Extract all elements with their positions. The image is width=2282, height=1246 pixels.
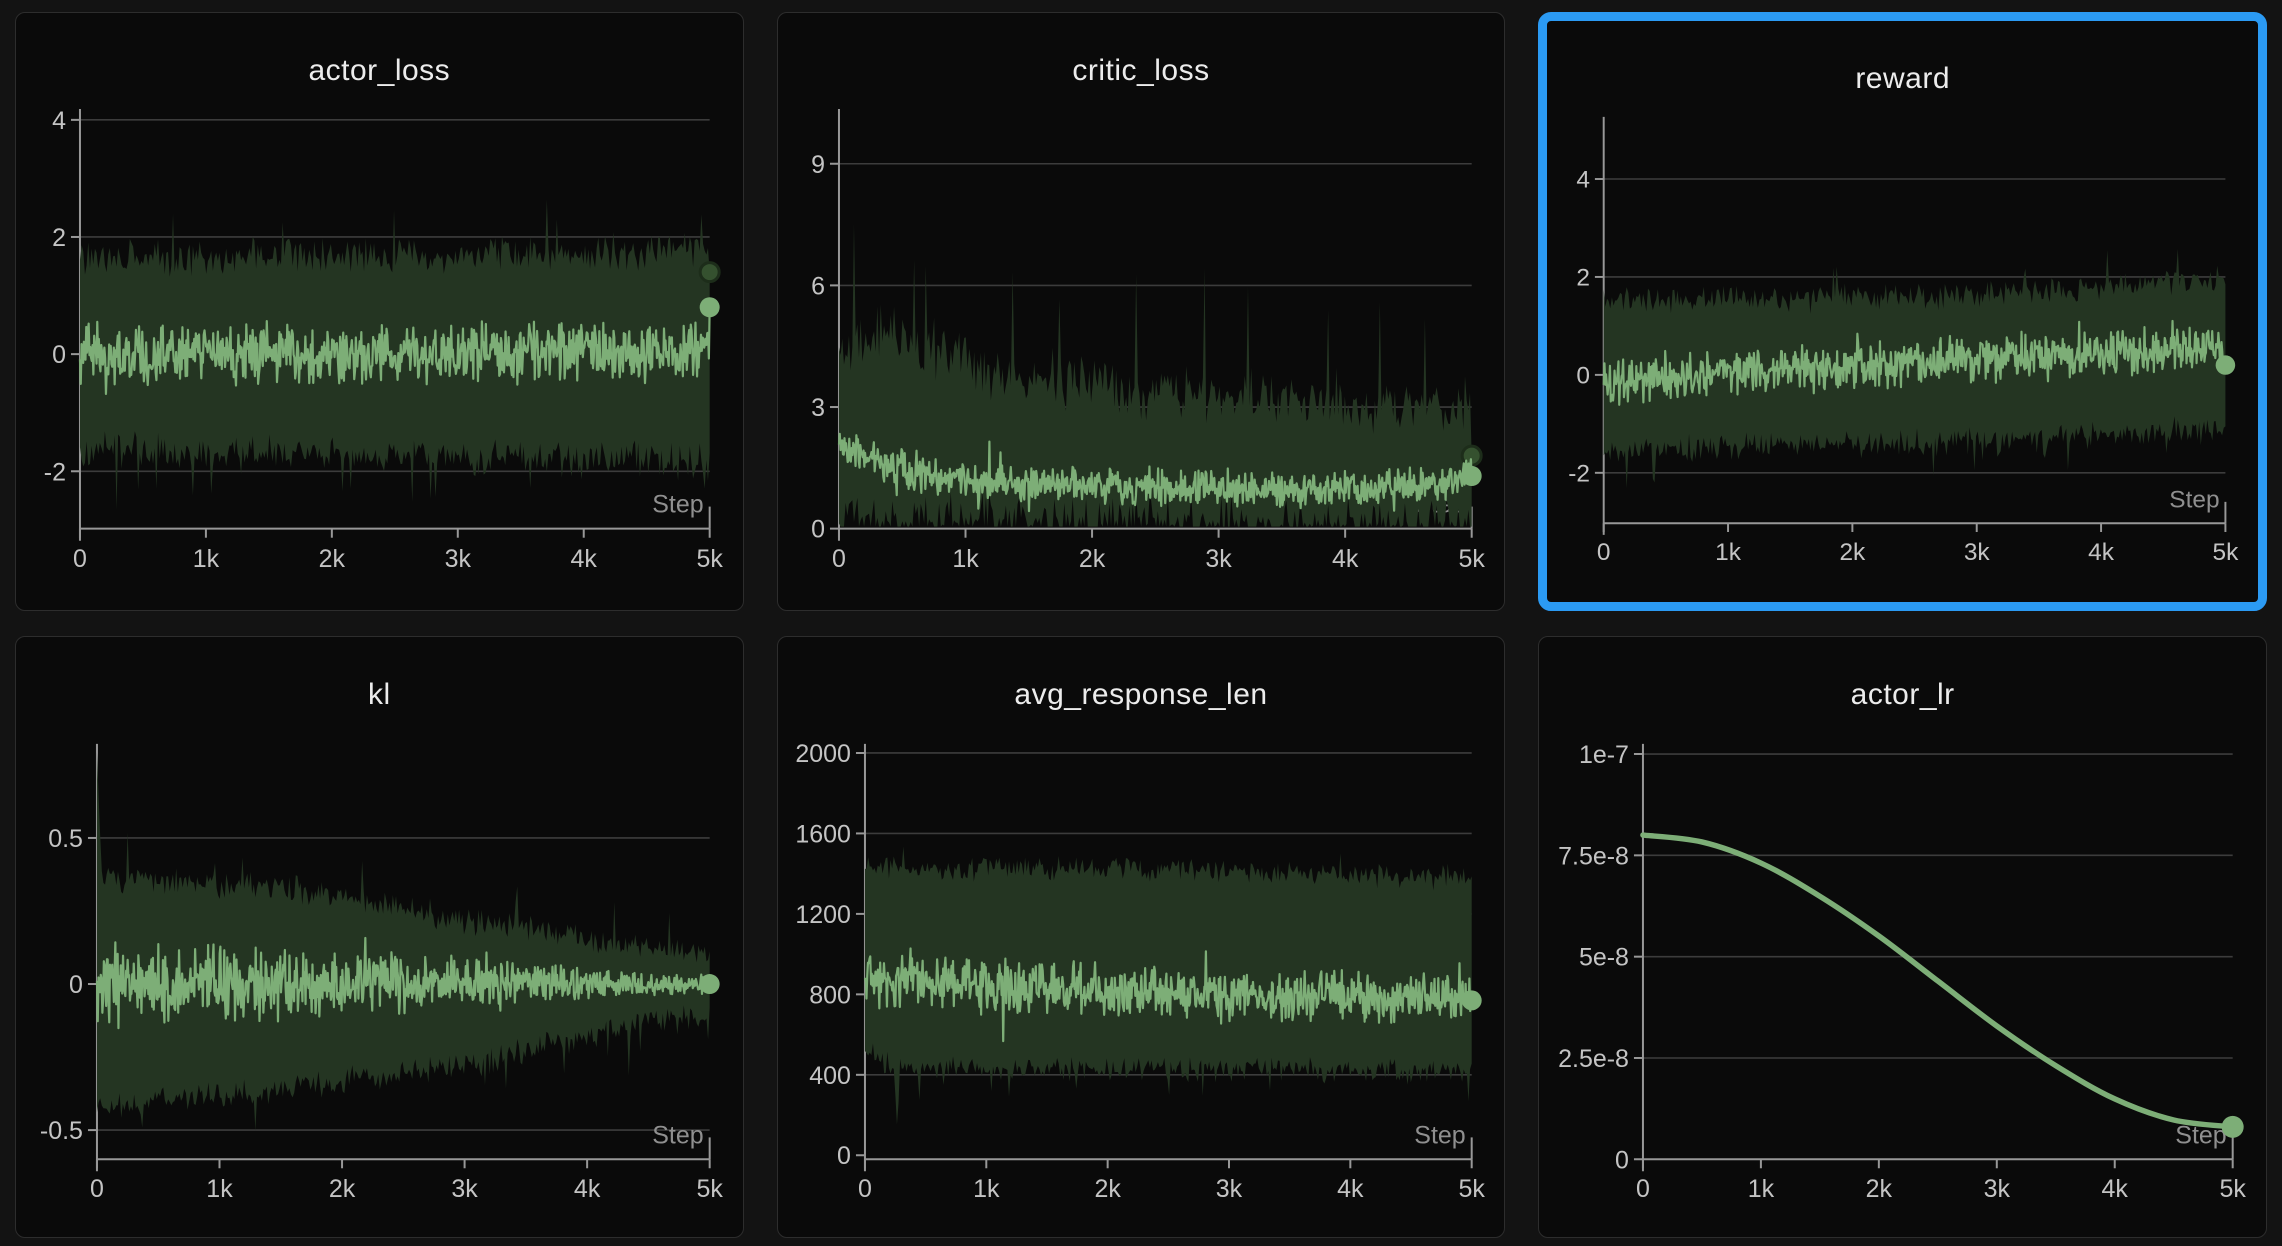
- panel-avg-response-len[interactable]: avg_response_len 200016001200800400001k2…: [777, 636, 1506, 1238]
- svg-text:4k: 4k: [1332, 545, 1359, 573]
- chart-title-avg-response-len: avg_response_len: [778, 637, 1505, 727]
- svg-text:5k: 5k: [2213, 539, 2240, 566]
- svg-text:0: 0: [1597, 539, 1611, 566]
- svg-text:-2: -2: [44, 458, 66, 486]
- svg-text:0: 0: [90, 1175, 104, 1203]
- svg-text:3k: 3k: [445, 545, 472, 573]
- svg-text:0: 0: [1577, 363, 1591, 390]
- chart-critic-loss: 963001k2k3k4k5kStep: [778, 103, 1505, 610]
- svg-text:4k: 4k: [571, 545, 598, 573]
- chart-reward: 4 2 0 -2 0 1k 2k 3k 4k 5k Step: [1547, 111, 2258, 602]
- svg-text:1k: 1k: [952, 545, 979, 573]
- svg-text:0: 0: [1636, 1175, 1650, 1203]
- svg-text:5k: 5k: [2220, 1175, 2247, 1203]
- svg-text:5k: 5k: [1458, 1175, 1485, 1203]
- svg-text:4k: 4k: [2102, 1175, 2129, 1203]
- svg-text:Step: Step: [652, 491, 703, 519]
- svg-text:4k: 4k: [574, 1175, 601, 1203]
- svg-text:1k: 1k: [193, 545, 220, 573]
- panel-actor-lr[interactable]: actor_lr 1e-7 7.5e-8 5e-8 2.5e-8 00 1k 2k 3k 4k 5…: [1538, 636, 2267, 1238]
- svg-text:0: 0: [858, 1175, 872, 1203]
- svg-text:6: 6: [811, 272, 825, 300]
- svg-text:2k: 2k: [1840, 539, 1867, 566]
- svg-text:2k: 2k: [1094, 1175, 1121, 1203]
- chart-title-kl: kl: [16, 637, 743, 727]
- svg-text:7.5e-8: 7.5e-8: [1558, 842, 1629, 870]
- svg-text:5k: 5k: [696, 1175, 723, 1203]
- svg-text:0: 0: [837, 1142, 851, 1170]
- svg-text:-0.5: -0.5: [40, 1117, 83, 1145]
- svg-text:2k: 2k: [329, 1175, 356, 1203]
- svg-text:0: 0: [73, 545, 87, 573]
- svg-text:4k: 4k: [1337, 1175, 1364, 1203]
- svg-text:4: 4: [52, 107, 66, 135]
- svg-text:4: 4: [1577, 167, 1591, 194]
- panel-critic-loss[interactable]: critic_loss 963001k2k3k4k5kStep: [777, 12, 1506, 611]
- svg-text:2000: 2000: [795, 740, 851, 768]
- chart-actor-lr: 1e-77.5e-85e-82.5e-8001k2k3k4k5kStep: [1539, 727, 2266, 1237]
- panel-kl[interactable]: kl 0.5 0 -0.5 0 1k 2k 3k 4k 5k Step: [15, 636, 744, 1238]
- svg-text:0.5: 0.5: [48, 825, 83, 853]
- chart-kl: 0.5 0 -0.5 0 1k 2k 3k 4k 5k Step: [16, 727, 743, 1237]
- svg-text:3k: 3k: [1964, 539, 1991, 566]
- svg-text:3: 3: [811, 394, 825, 422]
- panel-actor-loss[interactable]: actor_loss 4 2 0 -2 0 1k 2k 3k 4k 5k Step: [15, 12, 744, 611]
- chart-actor-loss: 4 2 0 -2 0 1k 2k 3k 4k 5k Step: [16, 103, 743, 610]
- svg-text:0: 0: [1615, 1146, 1629, 1174]
- svg-text:3k: 3k: [1205, 545, 1232, 573]
- svg-text:0: 0: [69, 971, 83, 999]
- svg-text:1k: 1k: [973, 1175, 1000, 1203]
- svg-text:-2: -2: [1569, 461, 1591, 488]
- chart-title-actor-loss: actor_loss: [16, 13, 743, 103]
- svg-text:2: 2: [1577, 265, 1591, 292]
- svg-text:4k: 4k: [2088, 539, 2115, 566]
- svg-text:3k: 3k: [1984, 1175, 2011, 1203]
- svg-text:3k: 3k: [451, 1175, 478, 1203]
- svg-text:1600: 1600: [795, 820, 851, 848]
- svg-text:Step: Step: [2170, 487, 2220, 514]
- svg-text:Step: Step: [652, 1121, 703, 1149]
- svg-text:5e-8: 5e-8: [1579, 944, 1629, 972]
- svg-text:5k: 5k: [1458, 545, 1485, 573]
- metrics-dashboard: actor_loss 4 2 0 -2 0 1k 2k 3k 4k 5k Step critic_l…: [0, 0, 2282, 1246]
- svg-text:1k: 1k: [206, 1175, 233, 1203]
- svg-text:1k: 1k: [1748, 1175, 1775, 1203]
- svg-text:800: 800: [809, 981, 851, 1009]
- svg-text:0: 0: [52, 341, 66, 369]
- chart-title-critic-loss: critic_loss: [778, 13, 1505, 103]
- svg-text:2k: 2k: [319, 545, 346, 573]
- svg-text:1k: 1k: [1715, 539, 1742, 566]
- chart-title-reward: reward: [1547, 21, 2258, 111]
- panel-reward-selected[interactable]: reward 4 2 0 -2 0 1k 2k 3k 4k 5k Step: [1538, 12, 2267, 611]
- svg-text:5k: 5k: [696, 545, 723, 573]
- svg-text:3k: 3k: [1215, 1175, 1242, 1203]
- svg-text:9: 9: [811, 151, 825, 179]
- svg-text:0: 0: [832, 545, 846, 573]
- svg-text:2.5e-8: 2.5e-8: [1558, 1045, 1629, 1073]
- svg-text:2k: 2k: [1079, 545, 1106, 573]
- svg-text:Step: Step: [1414, 1121, 1465, 1149]
- chart-title-actor-lr: actor_lr: [1539, 637, 2266, 727]
- svg-text:0: 0: [811, 516, 825, 544]
- svg-text:1200: 1200: [795, 901, 851, 929]
- svg-text:400: 400: [809, 1062, 851, 1090]
- svg-text:1e-7: 1e-7: [1579, 741, 1629, 769]
- chart-avg-response-len: 2000 1600 1200 800 400 00 1k 2k 3k 4k 5k Step: [778, 727, 1505, 1237]
- svg-text:2: 2: [52, 224, 66, 252]
- svg-text:2k: 2k: [1866, 1175, 1893, 1203]
